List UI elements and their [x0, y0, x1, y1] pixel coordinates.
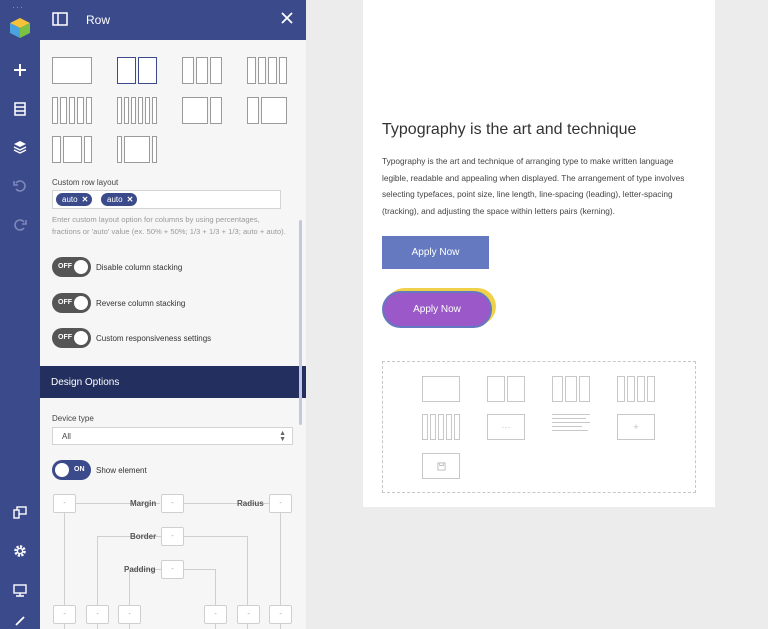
navbar-rail: ···: [0, 0, 40, 629]
custom-row-layout-label: Custom row layout: [52, 178, 119, 187]
layout-1-6-2-3-1-6[interactable]: [117, 136, 157, 163]
layout-2-columns[interactable]: [117, 57, 157, 84]
padding-top-input[interactable]: -: [161, 560, 184, 579]
layout-5-columns[interactable]: [52, 97, 92, 124]
border-left-input[interactable]: -: [86, 605, 109, 624]
remove-tag-icon[interactable]: ✕: [82, 195, 89, 204]
margin-left-input[interactable]: -: [53, 605, 76, 624]
border-label: Border: [130, 532, 157, 541]
gear-icon: [14, 545, 26, 557]
redo-icon: [14, 219, 27, 231]
responsive-view-button[interactable]: [0, 496, 40, 528]
device-type-select[interactable]: All ▲ ▼: [52, 427, 293, 445]
add-element-block[interactable]: ···: [487, 414, 525, 440]
reverse-column-stacking-toggle[interactable]: OFF: [52, 293, 91, 313]
logo-icon[interactable]: [0, 12, 40, 44]
select-arrows-icon: ▲ ▼: [279, 430, 286, 443]
undo-button[interactable]: [0, 170, 40, 202]
padding-right-input[interactable]: -: [204, 605, 227, 624]
apply-now-button-rounded[interactable]: Apply Now: [382, 291, 492, 328]
custom-layout-input[interactable]: auto ✕ auto ✕: [52, 190, 281, 209]
redo-button[interactable]: [0, 209, 40, 241]
edit-panel: Row Custom row layout auto ✕ auto ✕ Enter …: [40, 0, 306, 629]
collapse-button[interactable]: [0, 612, 40, 629]
layout-2-3-1-3[interactable]: [182, 97, 222, 124]
border-top-input[interactable]: -: [161, 527, 184, 546]
layout-1-column[interactable]: [52, 57, 92, 84]
add-2-column-row[interactable]: [487, 376, 525, 402]
panel-title: Row: [86, 13, 111, 27]
empty-row-placeholder[interactable]: ··· +: [382, 361, 696, 493]
remove-tag-icon[interactable]: ✕: [127, 195, 134, 204]
add-plus-icon[interactable]: +: [617, 414, 655, 440]
disable-column-stacking-toggle[interactable]: OFF: [52, 257, 91, 277]
margin-right-input[interactable]: -: [269, 605, 292, 624]
layout-1-4-1-2-1-4[interactable]: [52, 136, 92, 163]
custom-responsiveness-label: Custom responsiveness settings: [96, 334, 212, 343]
drag-handle-icon[interactable]: ···: [12, 2, 24, 12]
layout-icon: [14, 102, 26, 116]
layout-tag[interactable]: auto ✕: [56, 193, 93, 206]
panel-header: Row: [40, 0, 306, 40]
settings-button[interactable]: [0, 535, 40, 567]
padding-left-input[interactable]: -: [118, 605, 141, 624]
show-element-toggle[interactable]: ON: [52, 460, 91, 480]
undo-icon: [13, 180, 26, 192]
add-template-icon[interactable]: [422, 453, 460, 479]
reverse-column-stacking-label: Reverse column stacking: [96, 299, 186, 308]
custom-layout-helper: Enter custom layout option for columns b…: [52, 215, 286, 236]
publish-icon: [13, 584, 27, 597]
apply-now-button-flat[interactable]: Apply Now: [382, 236, 489, 269]
panel-icon[interactable]: [52, 12, 68, 26]
margin-top-left-input[interactable]: -: [53, 494, 76, 513]
layers-icon: [13, 141, 27, 154]
add-5-column-row[interactable]: [422, 414, 460, 440]
radius-input[interactable]: -: [269, 494, 292, 513]
layout-1-3-2-3[interactable]: [247, 97, 287, 124]
tree-view-button[interactable]: [0, 131, 40, 163]
panel-scrollbar[interactable]: [299, 220, 302, 425]
add-element-button[interactable]: [0, 54, 40, 86]
add-1-column-row[interactable]: [422, 376, 460, 402]
collapse-icon: [15, 615, 25, 626]
show-element-label: Show element: [96, 466, 147, 475]
responsive-icon: [13, 506, 27, 519]
radius-label: Radius: [237, 499, 264, 508]
add-text-block-icon[interactable]: [552, 414, 590, 440]
margin-label: Margin: [130, 499, 157, 508]
add-4-column-row[interactable]: [617, 376, 655, 402]
padding-label: Padding: [124, 565, 156, 574]
custom-responsiveness-toggle[interactable]: OFF: [52, 328, 91, 348]
layout-6-columns[interactable]: [117, 97, 157, 124]
page-canvas: Typography is the art and technique Typo…: [363, 0, 715, 507]
close-icon[interactable]: [280, 11, 294, 25]
publish-button[interactable]: [0, 574, 40, 606]
disable-column-stacking-label: Disable column stacking: [96, 263, 183, 272]
templates-button[interactable]: [0, 93, 40, 125]
layout-4-columns[interactable]: [247, 57, 287, 84]
layout-3-columns[interactable]: [182, 57, 222, 84]
layout-tag[interactable]: auto ✕: [101, 193, 138, 206]
content-paragraph[interactable]: Typography is the art and technique of a…: [382, 153, 694, 219]
device-type-label: Device type: [52, 414, 94, 423]
margin-top-input[interactable]: -: [161, 494, 184, 513]
border-right-input[interactable]: -: [237, 605, 260, 624]
content-heading[interactable]: Typography is the art and technique: [382, 121, 636, 139]
design-options-section[interactable]: Design Options: [40, 366, 306, 398]
add-icon: [14, 64, 26, 76]
add-3-column-row[interactable]: [552, 376, 590, 402]
